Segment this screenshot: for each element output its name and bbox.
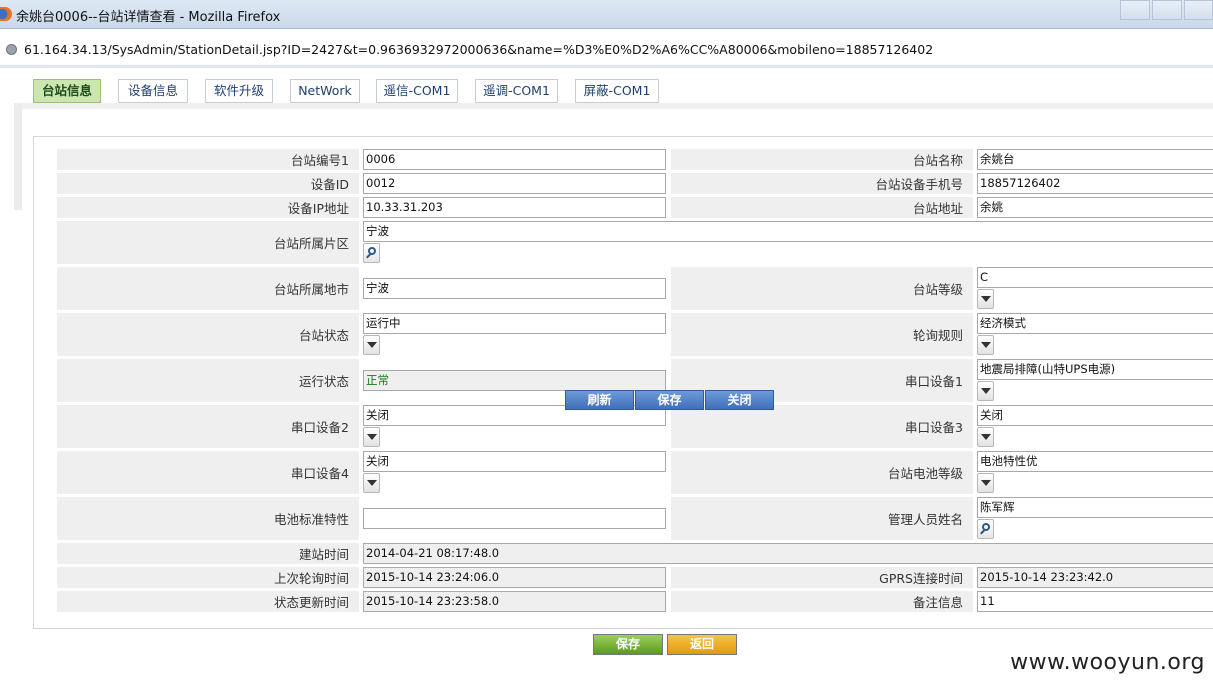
label-last-poll: 上次轮询时间 — [57, 567, 359, 588]
device-phone-field[interactable]: 18857126402 — [977, 173, 1213, 194]
level-dropdown-icon[interactable] — [977, 289, 994, 309]
tab-telesignal-com1[interactable]: 遥信-COM1 — [376, 79, 458, 103]
tab-software-upgrade[interactable]: 软件升级 — [205, 79, 273, 103]
label-city: 台站所属地市 — [57, 267, 359, 310]
district-search-button[interactable] — [363, 243, 380, 263]
label-battery-level: 台站电池等级 — [671, 451, 973, 494]
serial2-dropdown-icon[interactable] — [363, 427, 380, 447]
watermark: www.wooyun.org — [1010, 650, 1205, 675]
window-titlebar: 余姚台0006--台站详情查看 - Mozilla Firefox — [0, 0, 1213, 29]
serial1-dropdown-icon[interactable] — [977, 381, 994, 401]
toolbar-divider — [0, 65, 1213, 68]
label-built-time: 建站时间 — [57, 543, 359, 564]
gprs-time-field: 2015-10-14 23:23:42.0 — [977, 567, 1213, 588]
window-title: 余姚台0006--台站详情查看 - Mozilla Firefox — [16, 10, 281, 25]
label-serial2: 串口设备2 — [57, 405, 359, 448]
station-name-field[interactable]: 余姚台 — [977, 149, 1213, 170]
city-field[interactable]: 宁波 — [363, 278, 666, 299]
label-station-name: 台站名称 — [671, 149, 973, 170]
label-serial4: 串口设备4 — [57, 451, 359, 494]
firefox-icon — [0, 7, 12, 21]
battery-level-select[interactable]: 电池特性优 — [977, 451, 1213, 472]
popup-save-button[interactable]: 保存 — [635, 390, 704, 410]
tab-shield-com1[interactable]: 屏蔽-COM1 — [575, 79, 659, 103]
tab-device-info[interactable]: 设备信息 — [118, 79, 188, 103]
built-time-field: 2014-04-21 08:17:48.0 — [363, 543, 1213, 564]
maximize-button[interactable] — [1152, 0, 1182, 20]
label-serial3: 串口设备3 — [671, 405, 973, 448]
globe-icon — [6, 44, 17, 55]
address-url[interactable]: 61.164.34.13/SysAdmin/StationDetail.jsp?… — [24, 42, 933, 57]
label-run-status: 运行状态 — [57, 359, 359, 402]
device-ip-field[interactable]: 10.33.31.203 — [363, 197, 666, 218]
status-update-field: 2015-10-14 23:23:58.0 — [363, 591, 666, 612]
minimize-button[interactable] — [1120, 0, 1150, 20]
manager-field[interactable]: 陈军辉 — [977, 497, 1213, 518]
serial3-select[interactable]: 关闭 — [977, 405, 1213, 426]
label-status: 台站状态 — [57, 313, 359, 356]
tab-teleadjust-com1[interactable]: 遥调-COM1 — [475, 79, 558, 103]
status-select[interactable]: 运行中 — [363, 313, 666, 334]
address-bar[interactable]: 61.164.34.13/SysAdmin/StationDetail.jsp?… — [0, 38, 1213, 62]
last-poll-field: 2015-10-14 23:24:06.0 — [363, 567, 666, 588]
station-address-field[interactable]: 余姚 — [977, 197, 1213, 218]
label-gprs-time: GPRS连接时间 — [671, 567, 973, 588]
tab-underline — [18, 103, 1213, 109]
refresh-button[interactable]: 刷新 — [565, 390, 634, 410]
manager-search-button[interactable] — [977, 519, 994, 539]
label-device-ip: 设备IP地址 — [57, 197, 359, 218]
tab-station-info[interactable]: 台站信息 — [33, 79, 101, 103]
battery-std-field[interactable] — [363, 508, 666, 529]
save-button[interactable]: 保存 — [593, 634, 663, 655]
serial4-dropdown-icon[interactable] — [363, 473, 380, 493]
label-remark: 备注信息 — [671, 591, 973, 612]
serial1-select[interactable]: 地震局排障(山特UPS电源) — [977, 359, 1213, 380]
label-device-phone: 台站设备手机号 — [671, 173, 973, 194]
label-level: 台站等级 — [671, 267, 973, 310]
station-no-field[interactable]: 0006 — [363, 149, 666, 170]
status-dropdown-icon[interactable] — [363, 335, 380, 355]
label-district: 台站所属片区 — [57, 221, 359, 264]
popup-close-button[interactable]: 关闭 — [705, 390, 774, 410]
serial3-dropdown-icon[interactable] — [977, 427, 994, 447]
label-status-update: 状态更新时间 — [57, 591, 359, 612]
poll-rule-select[interactable]: 经济模式 — [977, 313, 1213, 334]
label-poll-rule: 轮询规则 — [671, 313, 973, 356]
serial4-select[interactable]: 关闭 — [363, 451, 666, 472]
battery-level-dropdown-icon[interactable] — [977, 473, 994, 493]
district-field[interactable]: 宁波 — [363, 221, 1213, 242]
label-station-address: 台站地址 — [671, 197, 973, 218]
level-select[interactable]: C — [977, 267, 1213, 288]
poll-rule-dropdown-icon[interactable] — [977, 335, 994, 355]
close-window-button[interactable] — [1184, 0, 1213, 20]
remark-field[interactable]: 11 — [977, 591, 1213, 612]
label-station-no: 台站编号1 — [57, 149, 359, 170]
tab-network[interactable]: NetWork — [290, 79, 360, 103]
label-battery-std: 电池标准特性 — [57, 497, 359, 540]
back-button[interactable]: 返回 — [667, 634, 737, 655]
label-manager: 管理人员姓名 — [671, 497, 973, 540]
label-device-id: 设备ID — [57, 173, 359, 194]
run-status-field: 正常 — [363, 370, 666, 391]
left-frame-edge — [14, 103, 22, 210]
device-id-field[interactable]: 0012 — [363, 173, 666, 194]
